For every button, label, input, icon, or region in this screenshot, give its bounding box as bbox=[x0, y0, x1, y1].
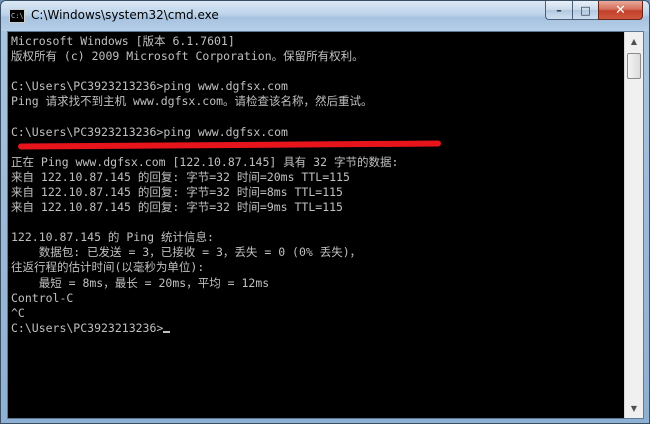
console-line: 数据包: 已发送 = 3，已接收 = 3，丢失 = 0 (0% 丢失)， bbox=[11, 245, 362, 260]
maximize-button[interactable]: □ bbox=[572, 1, 598, 20]
console-line: Microsoft Windows [版本 6.1.7601] bbox=[11, 34, 235, 48]
title-bar[interactable]: C:\ C:\Windows\system32\cmd.exe – □ ✕ bbox=[1, 1, 649, 31]
scroll-up-button[interactable]: ▲ bbox=[626, 33, 642, 50]
console-line: 来自 122.10.87.145 的回复: 字节=32 时间=9ms TTL=1… bbox=[11, 200, 343, 215]
close-icon: ✕ bbox=[615, 2, 626, 18]
console-line: 正在 Ping www.dgfsx.com [122.10.87.145] 具有… bbox=[11, 154, 399, 169]
text-cursor bbox=[163, 330, 171, 333]
maximize-icon: □ bbox=[580, 3, 591, 17]
console-line: 122.10.87.145 的 Ping 统计信息: bbox=[11, 230, 214, 245]
scroll-down-button[interactable]: ▼ bbox=[626, 400, 642, 417]
console-line: C:\Users\PC3923213236>ping www.dgfsx.com bbox=[11, 124, 288, 139]
close-button[interactable]: ✕ bbox=[598, 1, 643, 20]
minimize-button[interactable]: – bbox=[545, 1, 572, 20]
console-line: 来自 122.10.87.145 的回复: 字节=32 时间=8ms TTL=1… bbox=[11, 184, 343, 199]
cmd-app-icon[interactable]: C:\ bbox=[9, 9, 25, 23]
console-line: 来自 122.10.87.145 的回复: 字节=32 时间=20ms TTL=… bbox=[11, 169, 350, 184]
window-title: C:\Windows\system32\cmd.exe bbox=[31, 8, 219, 22]
console-line: C:\Users\PC3923213236>ping www.dgfsx.com bbox=[11, 79, 288, 94]
cmd-window: C:\ C:\Windows\system32\cmd.exe – □ ✕ Mi… bbox=[0, 0, 650, 424]
console-line: 往返行程的估计时间(以毫秒为单位): bbox=[11, 260, 205, 275]
console-line-error: Ping 请求找不到主机 www.dgfsx.com。请检查该名称，然后重试。 bbox=[11, 94, 373, 109]
console-line: 版权所有 (c) 2009 Microsoft Corporation。保留所有… bbox=[11, 49, 364, 64]
console-prompt: C:\Users\PC3923213236> bbox=[11, 320, 164, 335]
scrollbar-thumb[interactable] bbox=[627, 53, 641, 79]
minimize-icon: – bbox=[556, 3, 562, 17]
console-prompt-line: C:\Users\PC3923213236> bbox=[11, 321, 624, 336]
console-frame: Microsoft Windows [版本 6.1.7601] 版权所有 (c)… bbox=[7, 31, 644, 419]
scroll-up-arrow-icon: ▲ bbox=[630, 37, 638, 46]
console-output[interactable]: Microsoft Windows [版本 6.1.7601] 版权所有 (c)… bbox=[8, 32, 624, 418]
vertical-scrollbar[interactable]: ▲ ▼ bbox=[624, 32, 643, 418]
scroll-down-arrow-icon: ▼ bbox=[630, 404, 638, 413]
caption-buttons: – □ ✕ bbox=[545, 1, 643, 21]
console-line: Control-C bbox=[11, 290, 74, 305]
console-line: ^C bbox=[11, 305, 25, 320]
console-line: 最短 = 8ms，最长 = 20ms，平均 = 12ms bbox=[11, 275, 270, 290]
